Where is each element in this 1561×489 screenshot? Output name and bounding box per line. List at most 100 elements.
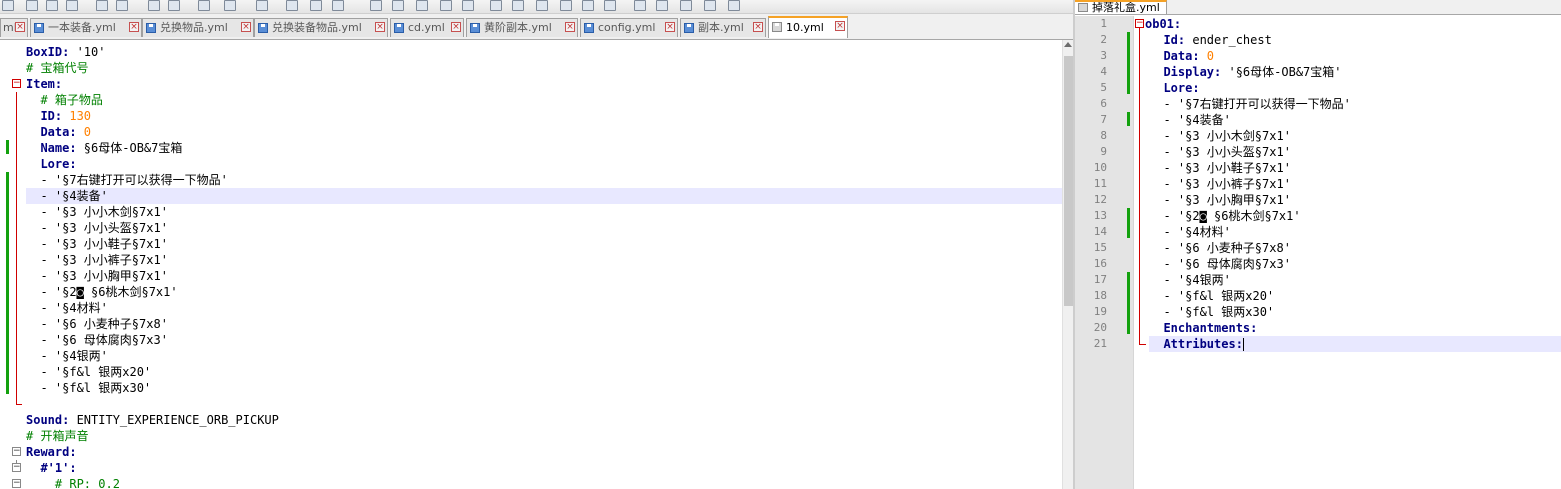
toolbar-button-icon[interactable] [634, 0, 646, 11]
toolbar-button-icon[interactable] [116, 0, 128, 11]
code-line[interactable]: Enchantments: [1149, 320, 1561, 336]
code-line[interactable]: - '§6 小麦种子§7x8' [1149, 240, 1561, 256]
toolbar-button-icon[interactable] [46, 0, 58, 11]
code-line[interactable]: - '§3 小小木剑§7x1' [26, 204, 1062, 220]
toolbar-button-icon[interactable] [604, 0, 616, 11]
code-line[interactable]: - '§6 母体腐肉§7x3' [26, 332, 1062, 348]
close-tab-icon[interactable]: × [15, 22, 25, 32]
code-line[interactable]: # 宝箱代号 [26, 60, 1062, 76]
toolbar-button-icon[interactable] [370, 0, 382, 11]
code-line[interactable]: - '§7右键打开可以获得一下物品' [1149, 96, 1561, 112]
code-line[interactable]: - '§f&l 银两x30' [1149, 304, 1561, 320]
toolbar-button-icon[interactable] [66, 0, 78, 11]
editor-tab[interactable]: 黄阶副本.yml × [466, 18, 578, 37]
code-line[interactable]: - '§4材料' [1149, 224, 1561, 240]
code-line[interactable]: # RP: 0.2 [26, 476, 1062, 489]
toolbar-button-icon[interactable] [440, 0, 452, 11]
toolbar-button-icon[interactable] [680, 0, 692, 11]
scroll-up-arrow-icon[interactable] [1064, 42, 1072, 47]
code-line[interactable]: - '§2◙ §6桃木剑§7x1' [26, 284, 1062, 300]
left-code-area[interactable]: BoxID: '10' # 宝箱代号 Item: # 箱子物品 ID: 130 Da… [0, 40, 1073, 489]
editor-tab[interactable]: cd.yml × [390, 18, 464, 37]
code-line[interactable]: - '§3 小小裤子§7x1' [1149, 176, 1561, 192]
fold-toggle-icon[interactable]: − [1135, 19, 1144, 28]
code-line[interactable]: - '§f&l 银两x20' [26, 364, 1062, 380]
close-tab-icon[interactable]: × [451, 22, 461, 32]
close-tab-icon[interactable]: × [565, 22, 575, 32]
code-line[interactable]: - '§7右键打开可以获得一下物品' [26, 172, 1062, 188]
toolbar-button-icon[interactable] [656, 0, 668, 11]
toolbar-button-icon[interactable] [26, 0, 38, 11]
toolbar-button-icon[interactable] [168, 0, 180, 11]
code-line[interactable]: ID: 130 [26, 108, 1062, 124]
code-line[interactable]: - '§4材料' [26, 300, 1062, 316]
toolbar-button-icon[interactable] [224, 0, 236, 11]
code-line[interactable]: # 箱子物品 [26, 92, 1062, 108]
code-line[interactable]: Reward: [26, 444, 1062, 460]
close-tab-icon[interactable]: × [665, 22, 675, 32]
code-line[interactable]: Display: '§6母体-OB&7宝箱' [1149, 64, 1561, 80]
code-line[interactable]: Lore: [26, 156, 1062, 172]
toolbar-button-icon[interactable] [256, 0, 268, 11]
toolbar-button-icon[interactable] [704, 0, 716, 11]
scrollbar-thumb[interactable] [1064, 56, 1073, 306]
code-line[interactable]: - '§3 小小头盔§7x1' [1149, 144, 1561, 160]
close-tab-icon[interactable]: × [375, 22, 385, 32]
code-line[interactable]: - '§6 母体腐肉§7x3' [1149, 256, 1561, 272]
fold-toggle-icon[interactable]: − [12, 79, 21, 88]
code-line[interactable]: - '§4装备' [26, 188, 1062, 204]
code-line[interactable]: - '§f&l 银两x20' [1149, 288, 1561, 304]
toolbar-button-icon[interactable] [462, 0, 474, 11]
toolbar-button-icon[interactable] [148, 0, 160, 11]
code-line[interactable]: - '§3 小小鞋子§7x1' [1149, 160, 1561, 176]
editor-tab[interactable]: config.yml × [580, 18, 678, 37]
close-tab-icon[interactable]: × [753, 22, 763, 32]
code-line[interactable]: Lore: [1149, 80, 1561, 96]
code-line[interactable]: Data: 0 [1149, 48, 1561, 64]
editor-tab[interactable]: 兑换物品.yml × [142, 18, 254, 37]
toolbar-button-icon[interactable] [310, 0, 322, 11]
code-line[interactable]: - '§f&l 银两x30' [26, 380, 1062, 396]
tab-drop-giftbox[interactable]: 掉落礼盒.yml [1075, 0, 1167, 14]
toolbar-button-icon[interactable] [392, 0, 404, 11]
code-line[interactable]: - '§3 小小木剑§7x1' [1149, 128, 1561, 144]
code-line[interactable]: Data: 0 [26, 124, 1062, 140]
code-line[interactable]: - '§2◙ §6桃木剑§7x1' [1149, 208, 1561, 224]
code-line[interactable]: - '§3 小小头盔§7x1' [26, 220, 1062, 236]
toolbar-button-icon[interactable] [416, 0, 428, 11]
code-line[interactable]: - '§3 小小鞋子§7x1' [26, 236, 1062, 252]
code-line[interactable]: # 开箱声音 [26, 428, 1062, 444]
editor-tab[interactable]: ml × [0, 18, 28, 37]
code-line[interactable]: Sound: ENTITY_EXPERIENCE_ORB_PICKUP [26, 412, 1062, 428]
code-line[interactable]: Item: [26, 76, 1062, 92]
toolbar-button-icon[interactable] [512, 0, 524, 11]
code-line[interactable]: BoxID: '10' [26, 44, 1062, 60]
code-line[interactable]: - '§4银两' [26, 348, 1062, 364]
code-line[interactable]: - '§3 小小胸甲§7x1' [1149, 192, 1561, 208]
code-line[interactable]: Attributes: [1149, 336, 1561, 352]
fold-toggle-icon[interactable]: − [12, 463, 21, 472]
left-vertical-scrollbar[interactable] [1062, 40, 1073, 489]
close-tab-icon[interactable]: × [129, 22, 139, 32]
code-line[interactable]: - '§3 小小裤子§7x1' [26, 252, 1062, 268]
toolbar-button-icon[interactable] [536, 0, 548, 11]
toolbar-button-icon[interactable] [728, 0, 740, 11]
code-line[interactable]: - '§4银两' [1149, 272, 1561, 288]
editor-tab[interactable]: 副本.yml × [680, 18, 766, 37]
code-line[interactable]: Id: ender_chest [1149, 32, 1561, 48]
toolbar-button-icon[interactable] [490, 0, 502, 11]
code-line[interactable]: #'1': [26, 460, 1062, 476]
code-line[interactable]: ob01: [1145, 16, 1557, 32]
close-tab-icon[interactable]: × [835, 21, 845, 31]
editor-tab[interactable]: 10.yml × [768, 16, 848, 38]
toolbar-button-icon[interactable] [560, 0, 572, 11]
toolbar-button-icon[interactable] [286, 0, 298, 11]
code-line[interactable]: - '§4装备' [1149, 112, 1561, 128]
fold-toggle-icon[interactable]: − [12, 447, 21, 456]
toolbar-button-icon[interactable] [582, 0, 594, 11]
fold-toggle-icon[interactable]: − [12, 479, 21, 488]
code-line[interactable]: - '§6 小麦种子§7x8' [26, 316, 1062, 332]
code-line[interactable]: Name: §6母体-OB&7宝箱 [26, 140, 1062, 156]
close-tab-icon[interactable]: × [241, 22, 251, 32]
editor-tab[interactable]: 一本装备.yml × [30, 18, 142, 37]
